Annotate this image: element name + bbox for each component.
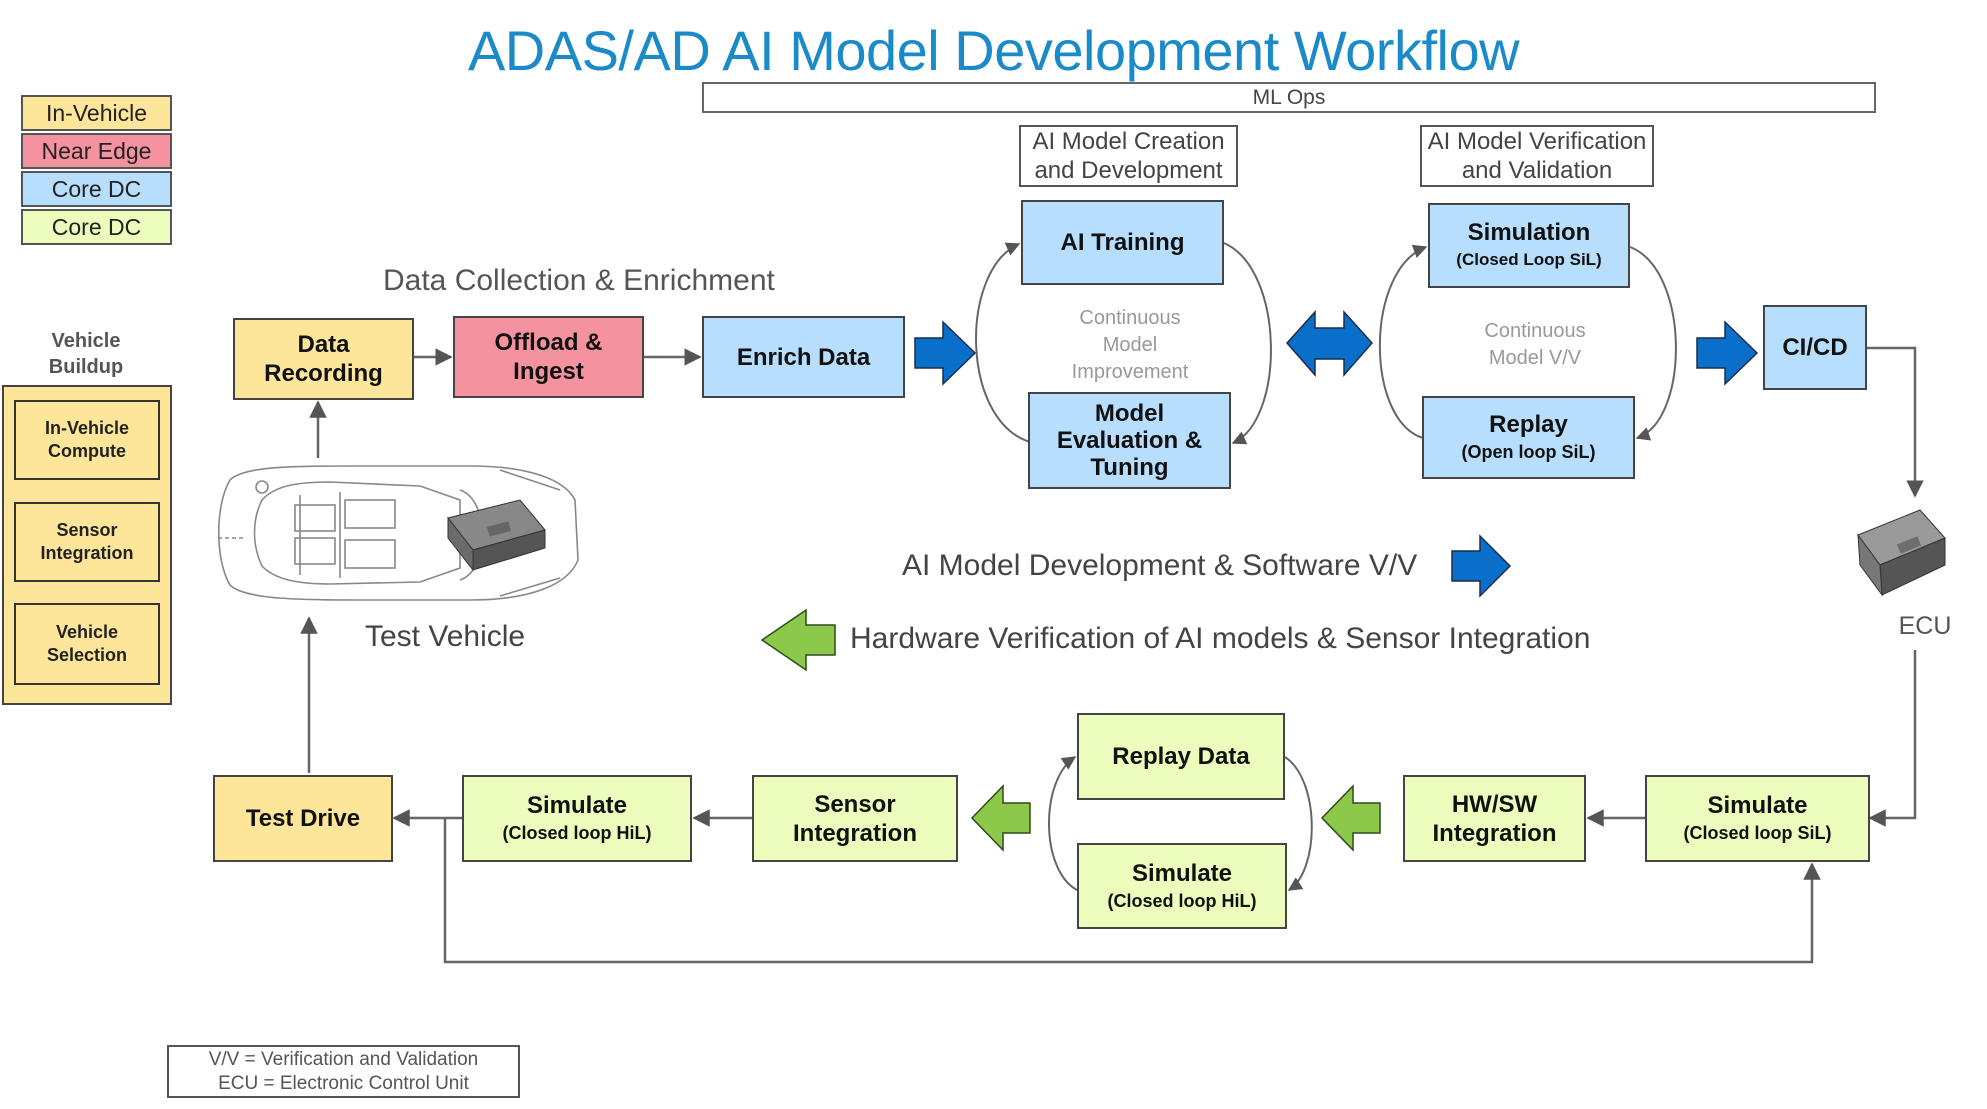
simulate-closed-loop-hil-box[interactable]: Simulate (Closed loop HiL) (462, 775, 692, 862)
label-line: Integration (40, 543, 134, 563)
label-line: Selection (46, 645, 128, 665)
label-line: Integration (1432, 819, 1557, 847)
vehicle-buildup-heading-line1: Vehicle (51, 330, 121, 352)
sensor-integration-box[interactable]: Sensor Integration (752, 775, 958, 862)
label-subline: (Open loop SiL) (1461, 442, 1596, 462)
label-line: Evaluation & (1056, 427, 1203, 454)
label-line: CI/CD (1782, 334, 1848, 361)
label-line: Enrich Data (736, 343, 871, 371)
replay-data-box[interactable]: Replay Data (1077, 713, 1285, 800)
label-line: Test Drive (245, 805, 361, 832)
label-line: Replay Data (1112, 743, 1250, 770)
model-verification-header: AI Model Verification and Validation (1420, 125, 1654, 187)
label-line: AI Model Creation (1032, 128, 1225, 155)
label-line: Recording (264, 360, 383, 387)
label-line: Sensor (56, 520, 118, 540)
label-line: Model (1094, 400, 1165, 427)
label-line: In-Vehicle (44, 418, 130, 438)
label-subline: (Closed Loop SiL) (1456, 250, 1602, 269)
label-subline: (Closed loop HiL) (1107, 890, 1257, 911)
legend-item-in-vehicle: In-Vehicle (21, 95, 172, 131)
footnote-abbreviations: V/V = Verification and Validation ECU = … (167, 1045, 520, 1098)
blue-arrow-verify-to-cicd (1696, 320, 1759, 386)
ai-training-box[interactable]: AI Training (1021, 200, 1224, 285)
blue-double-arrow (1285, 310, 1374, 377)
hw-sw-integration-box[interactable]: HW/SW Integration (1403, 775, 1586, 862)
in-vehicle-ecu-icon (447, 499, 546, 572)
loop-arc-training-right (1223, 242, 1272, 445)
label-line: Ingest (513, 358, 584, 385)
software-flow-label: AI Model Development & Software V/V (902, 549, 1418, 582)
legend-item-near-edge: Near Edge (21, 133, 172, 169)
vehicle-buildup-heading-line2: Buildup (48, 356, 124, 378)
loop-arc-bottom-left (1048, 756, 1078, 891)
continuous-improvement-label: Continuous Model Improvement (1040, 305, 1220, 386)
connector-cicd-to-ecu (1867, 346, 1924, 498)
data-recording-box[interactable]: Data Recording (233, 318, 414, 400)
label-subline: (Closed loop SiL) (1683, 823, 1832, 843)
green-arrow-hardware-flow (760, 608, 836, 672)
label-line: Data (297, 331, 350, 358)
blue-arrow-enrich-to-creation (914, 320, 977, 386)
label-subline: (Closed loop HiL) (502, 823, 652, 843)
label-line: Continuous (1484, 320, 1586, 342)
ecu-device-icon (1857, 509, 1946, 597)
label-line: Offload & (494, 329, 603, 356)
label-line: Continuous (1079, 307, 1181, 329)
vehicle-buildup-sensor-integration[interactable]: Sensor Integration (14, 502, 160, 582)
vehicle-buildup-heading: Vehicle Buildup (20, 328, 152, 380)
label-line: Vehicle (55, 622, 119, 642)
ecu-label: ECU (1898, 612, 1952, 640)
label-line: Simulation (1467, 219, 1591, 246)
label-line: Integration (793, 819, 917, 847)
test-drive-box[interactable]: Test Drive (213, 775, 393, 862)
simulation-closed-loop-sil-box[interactable]: Simulation (Closed Loop SiL) (1428, 203, 1630, 288)
footnote-line: V/V = Verification and Validation (208, 1049, 479, 1070)
green-arrow-sensor (970, 784, 1031, 852)
loop-arc-verify-right (1629, 246, 1677, 441)
label-line: Tuning (1090, 454, 1169, 481)
label-line: Sensor (814, 790, 896, 818)
hardware-flow-label: Hardware Verification of AI models & Sen… (850, 622, 1591, 655)
data-collection-heading: Data Collection & Enrichment (383, 264, 775, 297)
simulate-closed-loop-sil-box[interactable]: Simulate (Closed loop SiL) (1645, 775, 1870, 862)
connector-ecu-to-simulate-sil (1868, 650, 1917, 827)
label-line: AI Training (1060, 229, 1185, 256)
label-line: and Validation (1461, 157, 1613, 184)
label-line: Replay (1489, 411, 1568, 438)
enrich-data-box[interactable]: Enrich Data (702, 316, 905, 398)
label-line: Compute (48, 441, 126, 461)
cicd-box[interactable]: CI/CD (1763, 305, 1867, 390)
green-arrow-hwsw (1320, 784, 1381, 852)
label-line: AI Model Verification (1427, 128, 1647, 155)
legend-item-core-dc-blue: Core DC (21, 171, 172, 207)
footnote-line: ECU = Electronic Control Unit (218, 1073, 469, 1094)
simulate-closed-loop-hil-loop-box[interactable]: Simulate (Closed loop HiL) (1077, 843, 1287, 929)
label-line: Improvement (1071, 361, 1189, 383)
replay-open-loop-sil-box[interactable]: Replay (Open loop SiL) (1422, 396, 1635, 479)
test-vehicle-label: Test Vehicle (365, 620, 526, 653)
label-line: HW/SW (1451, 790, 1538, 818)
page-title: ADAS/AD AI Model Development Workflow (467, 19, 1520, 82)
label-line: Model (1102, 334, 1158, 356)
loop-arc-verify-left (1378, 244, 1428, 439)
loop-arc-bottom-right (1284, 756, 1313, 891)
legend-item-core-dc-green: Core DC (21, 209, 172, 245)
label-line: and Development (1034, 157, 1223, 184)
ml-ops-banner: ML Ops (702, 82, 1876, 113)
label-line: Simulate (1707, 792, 1808, 819)
label-line: Model V/V (1488, 347, 1582, 369)
model-creation-header: AI Model Creation and Development (1019, 125, 1238, 187)
vehicle-buildup-in-vehicle-compute[interactable]: In-Vehicle Compute (14, 400, 160, 480)
model-evaluation-tuning-box[interactable]: Model Evaluation & Tuning (1028, 392, 1231, 489)
continuous-vv-label: Continuous Model V/V (1445, 318, 1625, 372)
blue-arrow-software-flow (1451, 534, 1512, 598)
offload-ingest-box[interactable]: Offload & Ingest (453, 316, 644, 398)
label-line: Simulate (526, 792, 628, 819)
label-line: Simulate (1131, 859, 1233, 887)
vehicle-buildup-vehicle-selection[interactable]: Vehicle Selection (14, 603, 160, 685)
